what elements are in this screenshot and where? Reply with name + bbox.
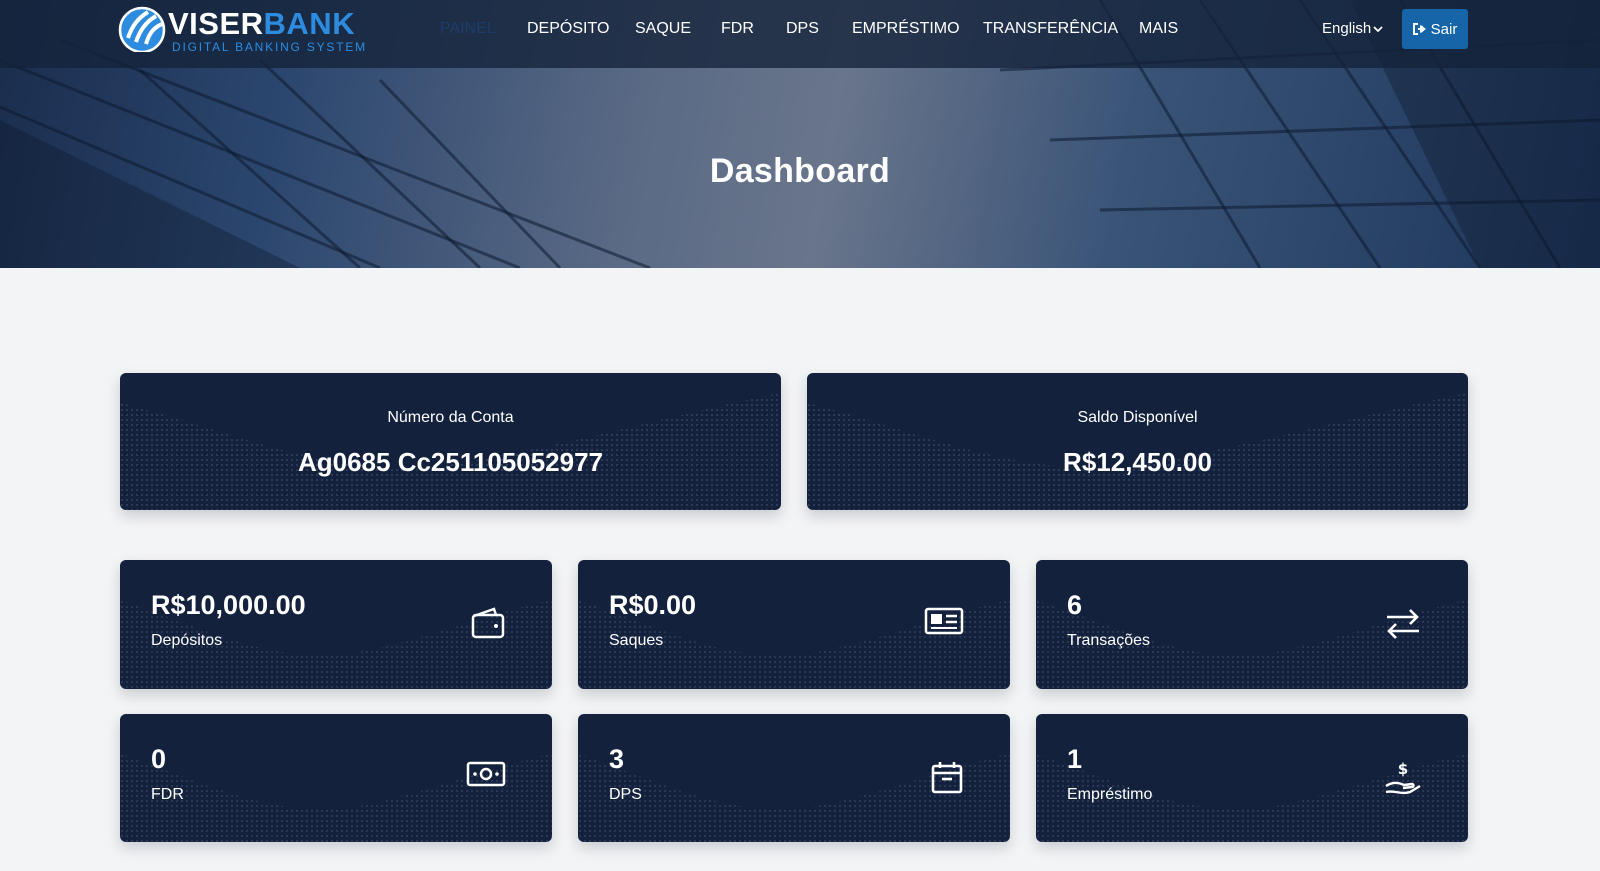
nav-item-mais[interactable]: MAIS: [1139, 20, 1178, 38]
stat-card-depositos[interactable]: R$10,000.00 Depósitos: [120, 560, 552, 689]
nav-item-emprestimo[interactable]: EMPRÉSTIMO: [852, 20, 960, 38]
nav-item-fdr[interactable]: FDR: [721, 20, 754, 38]
nav-item-saque[interactable]: SAQUE: [635, 20, 691, 38]
nav-item-transferencia[interactable]: TRANSFERÊNCIA: [983, 20, 1118, 38]
stat-label: Saques: [609, 632, 664, 649]
stat-value: 3: [609, 744, 625, 774]
wave-pattern: [807, 393, 1468, 510]
id-card-icon: [924, 607, 964, 635]
logout-label: Sair: [1430, 20, 1458, 38]
language-label: English: [1322, 20, 1372, 37]
stat-value: 1: [1067, 744, 1083, 774]
page-title: Dashboard: [709, 152, 891, 190]
sign-out-icon: [1412, 23, 1426, 35]
stat-card-emprestimo[interactable]: 1 Empréstimo $: [1036, 714, 1468, 842]
stat-value: 0: [151, 744, 167, 774]
logout-button[interactable]: Sair: [1402, 9, 1468, 49]
account-number-card: Número da Conta Ag0685 Cc251105052977: [120, 373, 781, 510]
money-bill-icon: [466, 761, 506, 787]
top-navbar: VISERBANK DIGITAL BANKING SYSTEM PAINEL …: [0, 0, 1600, 68]
balance-card: Saldo Disponível R$12,450.00: [807, 373, 1468, 510]
stat-value: R$0.00: [609, 590, 697, 620]
nav-item-deposito[interactable]: DEPÓSITO: [527, 20, 609, 38]
stat-card-saques[interactable]: R$0.00 Saques: [578, 560, 1010, 689]
account-number-label: Número da Conta: [387, 409, 514, 426]
stat-card-transacoes[interactable]: 6 Transações: [1036, 560, 1468, 689]
chevron-down-icon: [1373, 26, 1383, 33]
balance-label: Saldo Disponível: [1077, 409, 1198, 426]
stat-card-fdr[interactable]: 0 FDR: [120, 714, 552, 842]
brand-logo[interactable]: VISERBANK DIGITAL BANKING SYSTEM: [118, 4, 365, 56]
stat-card-dps[interactable]: 3 DPS: [578, 714, 1010, 842]
stat-label: FDR: [151, 786, 184, 803]
hand-dollar-icon: $: [1385, 760, 1421, 795]
archive-box-icon: [931, 762, 963, 794]
stat-label: DPS: [609, 786, 642, 803]
language-selector[interactable]: English: [1322, 20, 1383, 37]
nav-item-painel[interactable]: PAINEL: [440, 20, 496, 38]
nav-item-dps[interactable]: DPS: [786, 20, 819, 38]
stat-value: 6: [1067, 590, 1083, 620]
stat-label: Empréstimo: [1067, 786, 1153, 803]
exchange-arrows-icon: [1387, 609, 1419, 639]
brand-name: VISERBANK: [168, 6, 356, 41]
stat-label: Depósitos: [151, 632, 223, 649]
brand-tagline: DIGITAL BANKING SYSTEM: [172, 40, 367, 54]
stat-label: Transações: [1067, 632, 1150, 649]
wallet-icon: [471, 607, 505, 639]
logo-mark-icon: [118, 6, 166, 52]
wave-pattern: [120, 393, 781, 510]
balance-value: R$12,450.00: [1063, 447, 1212, 477]
account-number-value: Ag0685 Cc251105052977: [297, 447, 604, 477]
svg-text:$: $: [1398, 760, 1408, 778]
stat-value: R$10,000.00: [151, 590, 306, 620]
